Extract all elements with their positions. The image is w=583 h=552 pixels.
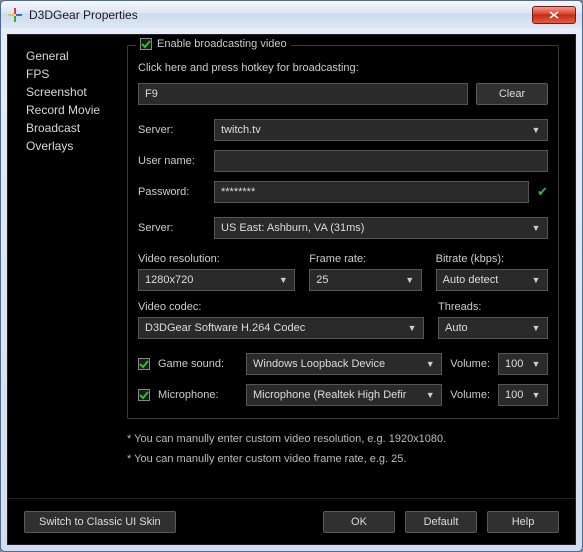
framerate-select[interactable]: 25▼ — [309, 269, 421, 291]
microphone-checkbox[interactable] — [138, 389, 150, 401]
threads-select[interactable]: Auto▼ — [438, 317, 548, 339]
main-panel: Enable broadcasting video Click here and… — [123, 35, 575, 498]
microphone-label: Microphone: — [158, 389, 238, 401]
chevron-down-icon: ▼ — [423, 390, 437, 400]
sidebar: General FPS Screenshot Record Movie Broa… — [8, 35, 123, 498]
chevron-down-icon: ▼ — [403, 275, 417, 285]
sidebar-item-general[interactable]: General — [26, 49, 123, 63]
default-button[interactable]: Default — [405, 511, 477, 533]
threads-label: Threads: — [438, 301, 548, 313]
hint-resolution: * You can manully enter custom video res… — [127, 433, 559, 445]
chevron-down-icon: ▼ — [529, 323, 543, 333]
region-label: Server: — [138, 222, 206, 234]
footer: Switch to Classic UI Skin OK Default Hel… — [8, 498, 575, 544]
window-title: D3DGear Properties — [29, 8, 532, 22]
resolution-label: Video resolution: — [138, 253, 295, 265]
chevron-down-icon: ▼ — [405, 323, 419, 333]
bitrate-label: Bitrate (kbps): — [436, 253, 548, 265]
microphone-select[interactable]: Microphone (Realtek High Defir▼ — [246, 384, 442, 406]
titlebar[interactable]: D3DGear Properties — [0, 0, 583, 28]
broadcast-fieldset: Enable broadcasting video Click here and… — [127, 45, 559, 419]
password-label: Password: — [138, 186, 206, 198]
chevron-down-icon: ▼ — [529, 275, 543, 285]
sidebar-item-overlays[interactable]: Overlays — [26, 139, 123, 153]
region-select[interactable]: US East: Ashburn, VA (31ms)▼ — [214, 217, 548, 239]
resolution-select[interactable]: 1280x720▼ — [138, 269, 295, 291]
volume2-select[interactable]: 100▼ — [498, 384, 548, 406]
hotkey-hint: Click here and press hotkey for broadcas… — [138, 62, 548, 74]
volume1-select[interactable]: 100▼ — [498, 353, 548, 375]
window-border: General FPS Screenshot Record Movie Broa… — [0, 28, 583, 552]
username-input[interactable] — [214, 150, 548, 172]
codec-select[interactable]: D3DGear Software H.264 Codec▼ — [138, 317, 424, 339]
chevron-down-icon: ▼ — [529, 223, 543, 233]
volume2-label: Volume: — [450, 389, 490, 401]
chevron-down-icon: ▼ — [529, 390, 543, 400]
help-button[interactable]: Help — [487, 511, 559, 533]
codec-label: Video codec: — [138, 301, 424, 313]
framerate-label: Frame rate: — [309, 253, 421, 265]
password-input[interactable]: ******** — [214, 181, 529, 203]
window: D3DGear Properties General FPS Screensho… — [0, 0, 583, 552]
ok-button[interactable]: OK — [323, 511, 395, 533]
hotkey-input[interactable]: F9 — [138, 83, 468, 105]
bitrate-select[interactable]: Auto detect▼ — [436, 269, 548, 291]
close-button[interactable] — [532, 6, 576, 24]
sidebar-item-record-movie[interactable]: Record Movie — [26, 103, 123, 117]
enable-broadcast-checkbox[interactable] — [140, 38, 152, 50]
check-icon: ✔ — [537, 184, 548, 200]
client-area: General FPS Screenshot Record Movie Broa… — [7, 34, 576, 545]
gamesound-checkbox[interactable] — [138, 358, 150, 370]
app-icon — [7, 7, 23, 23]
username-label: User name: — [138, 155, 206, 167]
chevron-down-icon: ▼ — [529, 359, 543, 369]
enable-broadcast-label: Enable broadcasting video — [157, 38, 287, 50]
clear-button[interactable]: Clear — [476, 83, 548, 105]
server-select[interactable]: twitch.tv▼ — [214, 119, 548, 141]
chevron-down-icon: ▼ — [423, 359, 437, 369]
gamesound-label: Game sound: — [158, 358, 238, 370]
classic-skin-button[interactable]: Switch to Classic UI Skin — [24, 511, 176, 533]
sidebar-item-screenshot[interactable]: Screenshot — [26, 85, 123, 99]
chevron-down-icon: ▼ — [276, 275, 290, 285]
hint-framerate: * You can manully enter custom video fra… — [127, 453, 559, 465]
gamesound-select[interactable]: Windows Loopback Device▼ — [246, 353, 442, 375]
chevron-down-icon: ▼ — [529, 125, 543, 135]
volume1-label: Volume: — [450, 358, 490, 370]
server-label: Server: — [138, 124, 206, 136]
sidebar-item-broadcast[interactable]: Broadcast — [26, 121, 123, 135]
sidebar-item-fps[interactable]: FPS — [26, 67, 123, 81]
